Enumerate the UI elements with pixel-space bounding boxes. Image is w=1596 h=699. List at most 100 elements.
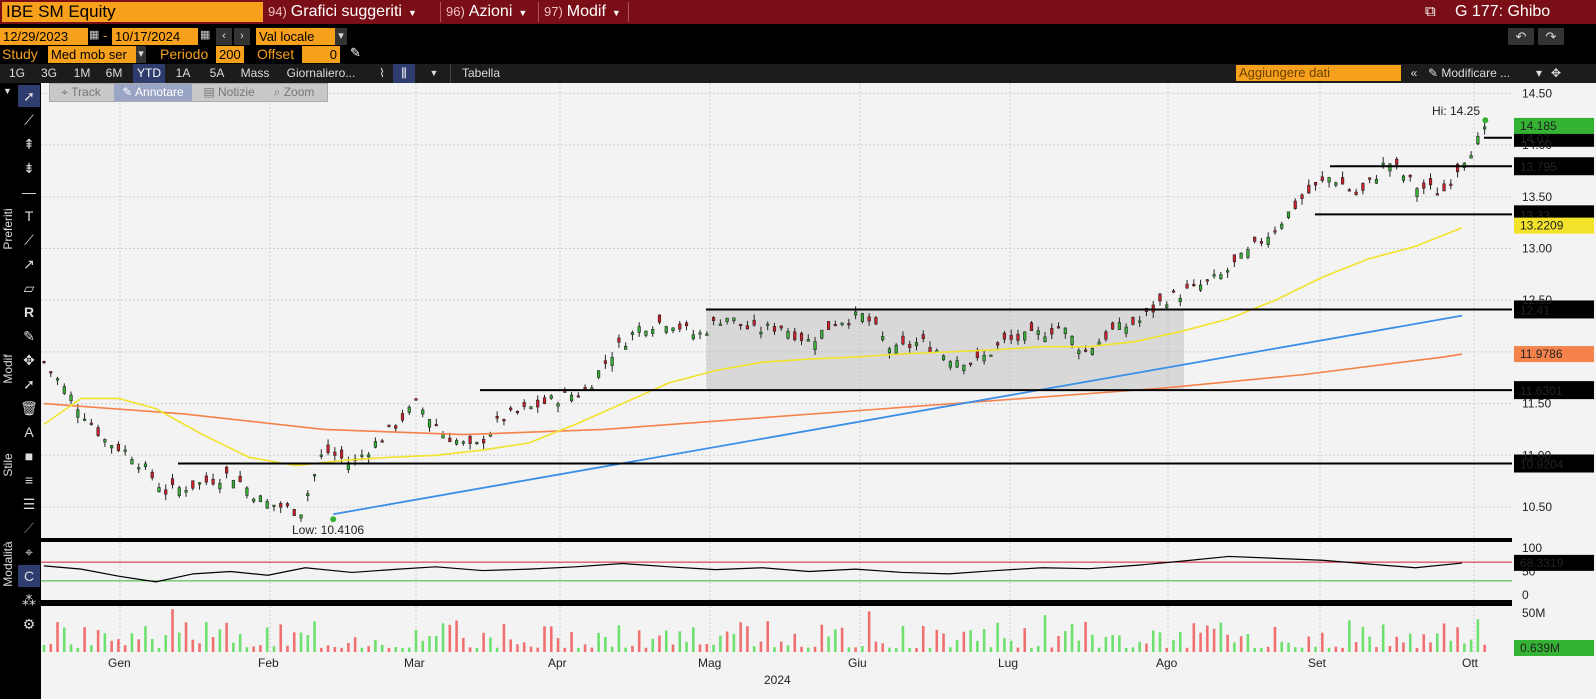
- candle: [285, 503, 290, 507]
- candle: [1185, 283, 1189, 289]
- annotate-button[interactable]: ✎ Annotare: [114, 84, 192, 101]
- volume-bar: [1023, 628, 1026, 652]
- volume-bar: [1368, 636, 1371, 652]
- level-label: 13.795: [1520, 160, 1557, 174]
- candle: [576, 395, 580, 398]
- candle: [319, 454, 323, 457]
- candle: [887, 348, 892, 354]
- candle: [231, 480, 235, 489]
- candle: [705, 333, 709, 336]
- volume-bar: [529, 646, 533, 652]
- volume-bar: [441, 623, 445, 652]
- candle: [1205, 279, 1209, 282]
- volume-bar: [752, 646, 756, 652]
- volume-bar: [218, 629, 222, 652]
- volume-bar: [1036, 645, 1040, 652]
- candle: [718, 323, 722, 326]
- x-tick-label: Giu: [848, 656, 867, 670]
- volume-bar: [556, 638, 560, 652]
- volume-bar: [969, 630, 972, 652]
- volume-bar: [1422, 634, 1426, 652]
- news-button[interactable]: ▤ Notizie: [196, 84, 262, 101]
- volume-bar: [103, 633, 107, 652]
- rsi-value-label: 68.3319: [1520, 556, 1564, 570]
- volume-bar: [1246, 634, 1250, 652]
- news-icon: ▤: [203, 85, 218, 99]
- candle: [908, 343, 912, 348]
- volume-bar: [570, 631, 573, 652]
- candle: [793, 331, 797, 341]
- candle: [1266, 236, 1270, 245]
- candle: [1043, 336, 1047, 342]
- candle: [1320, 176, 1324, 181]
- candle: [1408, 174, 1412, 178]
- candle: [62, 386, 66, 394]
- year-label: 2024: [764, 673, 791, 687]
- low-label: Low: 10.4106: [292, 523, 364, 537]
- price-chart[interactable]: 14.0713.79513.3312.4111.630110.920414.50…: [0, 0, 1596, 699]
- candle: [96, 427, 100, 436]
- candle: [292, 509, 296, 516]
- volume-bar: [719, 635, 722, 652]
- candle: [1171, 290, 1176, 293]
- zoom-button[interactable]: ⌕ Zoom: [264, 84, 324, 101]
- candle: [1313, 181, 1318, 186]
- volume-bar: [1260, 647, 1263, 652]
- candle: [1300, 194, 1304, 199]
- volume-bar: [428, 636, 431, 652]
- volume-bar: [489, 637, 492, 652]
- candle: [110, 445, 114, 449]
- volume-bar: [83, 627, 86, 652]
- candle: [373, 441, 377, 448]
- candle: [1347, 189, 1351, 192]
- candle: [191, 480, 195, 489]
- candle: [1036, 330, 1040, 335]
- candle: [258, 495, 263, 503]
- volume-bar: [664, 630, 668, 652]
- volume-bar: [949, 647, 952, 652]
- y-tick-label: 11.50: [1522, 397, 1551, 411]
- candle: [197, 482, 202, 485]
- candle: [779, 325, 783, 329]
- candle: [969, 362, 973, 365]
- candle: [1050, 328, 1054, 335]
- candle: [1422, 182, 1426, 189]
- volume-bar: [340, 647, 343, 652]
- volume-bar: [252, 646, 255, 652]
- candle: [360, 454, 364, 457]
- volume-last-label: 0.639M: [1520, 641, 1560, 655]
- low-marker: [330, 516, 337, 523]
- candle: [326, 444, 330, 453]
- rsi-line: [43, 555, 1463, 583]
- candle: [1056, 326, 1061, 329]
- track-button[interactable]: ⌖ Track: [52, 84, 110, 101]
- volume-tick-label: 50M: [1522, 606, 1545, 620]
- volume-bar: [117, 639, 120, 652]
- y-tick-label: 13.00: [1522, 241, 1552, 255]
- candle: [143, 463, 148, 468]
- candle: [407, 406, 411, 413]
- volume-bar: [42, 644, 46, 652]
- candle: [1178, 298, 1182, 303]
- candle: [556, 403, 560, 407]
- candle: [1449, 183, 1453, 186]
- candle: [671, 327, 675, 331]
- volume-bar: [786, 645, 790, 652]
- volume-bar: [779, 641, 783, 652]
- volume-bar: [982, 629, 986, 652]
- candle: [1198, 284, 1203, 291]
- news-label: Notizie: [217, 85, 255, 99]
- volume-bar: [637, 630, 641, 652]
- volume-bar: [259, 645, 262, 652]
- candle: [752, 319, 756, 326]
- volume-bar: [549, 626, 553, 652]
- volume-bar: [1341, 647, 1344, 652]
- volume-bar: [1469, 639, 1473, 652]
- volume-bar: [320, 647, 323, 652]
- x-tick-label: Mar: [404, 656, 425, 670]
- volume-bar: [380, 644, 384, 652]
- volume-bar: [1483, 644, 1486, 652]
- volume-bar: [292, 632, 296, 652]
- volume-bar: [265, 627, 269, 652]
- candle: [684, 322, 689, 326]
